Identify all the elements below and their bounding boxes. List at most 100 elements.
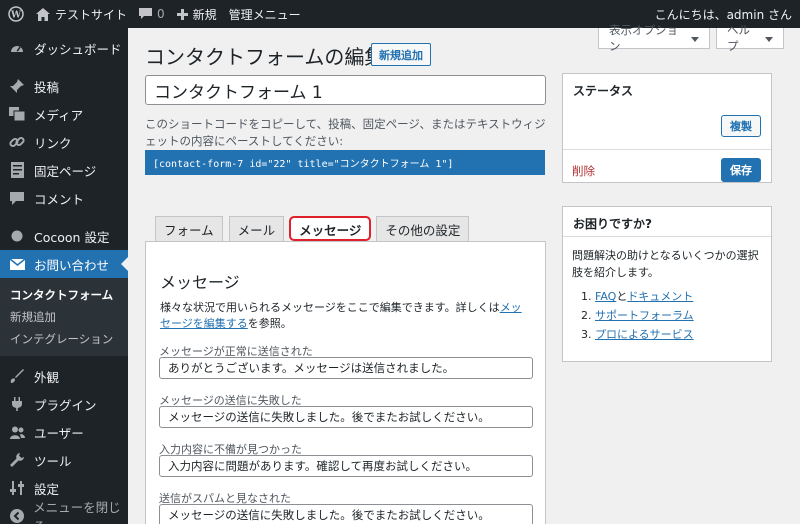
tab-form[interactable]: フォーム bbox=[155, 216, 223, 241]
comments-link[interactable]: 0 bbox=[133, 0, 171, 28]
site-name-link[interactable]: テストサイト bbox=[30, 0, 133, 28]
menu-media[interactable]: メディア bbox=[0, 100, 128, 128]
menu-appearance[interactable]: 外観 bbox=[0, 362, 128, 390]
home-icon bbox=[36, 7, 50, 21]
status-box-divider bbox=[563, 149, 771, 150]
menu-contact-label: お問い合わせ bbox=[34, 257, 110, 273]
comments-count: 0 bbox=[157, 7, 165, 21]
menu-appearance-label: 外観 bbox=[34, 369, 60, 385]
admin-sidebar: ダッシュボード 投稿 メディア リンク 固定ページ コメント Cocoon 設定… bbox=[0, 28, 128, 524]
add-new-button[interactable]: 新規追加 bbox=[371, 43, 431, 66]
field-input-validation[interactable]: 入力内容に問題があります。確認して再度お試しください。 bbox=[159, 455, 533, 477]
duplicate-button[interactable]: 複製 bbox=[721, 115, 761, 137]
screen-options-button[interactable]: 表示オプション bbox=[598, 23, 710, 53]
page-title: コンタクトフォームの編集 bbox=[145, 45, 385, 69]
screen-options-label: 表示オプション bbox=[609, 23, 678, 53]
dashboard-icon bbox=[8, 39, 26, 57]
comment-icon bbox=[139, 8, 153, 20]
media-icon bbox=[8, 105, 26, 123]
brush-icon bbox=[8, 367, 26, 385]
field-input-success[interactable]: ありがとうございます。メッセージは送信されました。 bbox=[159, 357, 533, 379]
caret-down-icon bbox=[765, 31, 773, 45]
submenu-contact-forms[interactable]: コンタクトフォーム bbox=[0, 284, 128, 306]
menu-posts[interactable]: 投稿 bbox=[0, 72, 128, 100]
collapse-menu-button[interactable]: メニューを閉じる bbox=[0, 500, 128, 524]
menu-users[interactable]: ユーザー bbox=[0, 418, 128, 446]
settings-icon bbox=[8, 479, 26, 497]
help-item-1-and: と bbox=[616, 290, 628, 303]
menu-plugins-label: プラグイン bbox=[34, 397, 97, 413]
new-content-link[interactable]: 新規 bbox=[171, 0, 223, 28]
field-input-failed[interactable]: メッセージの送信に失敗しました。後でまたお試しください。 bbox=[159, 406, 533, 428]
new-label: 新規 bbox=[192, 7, 217, 22]
help-links-list: 1. FAQとドキュメント 2. サポートフォーラム 3. プロによるサービス bbox=[581, 287, 694, 344]
menu-tools[interactable]: ツール bbox=[0, 446, 128, 474]
save-button[interactable]: 保存 bbox=[721, 158, 761, 182]
menu-media-label: メディア bbox=[34, 107, 84, 123]
form-title-input[interactable]: コンタクトフォーム 1 bbox=[145, 75, 546, 105]
help-item-1-number: 1. bbox=[581, 290, 592, 303]
mail-icon bbox=[8, 255, 26, 273]
delete-link[interactable]: 削除 bbox=[572, 163, 595, 179]
status-box: ステータス 複製 削除 保存 bbox=[562, 73, 772, 183]
field-input-spam[interactable]: メッセージの送信に失敗しました。後でまたお試しください。 bbox=[159, 504, 533, 524]
site-name: テストサイト bbox=[55, 7, 128, 22]
admin-menu-link[interactable]: 管理メニュー bbox=[223, 0, 307, 28]
help-box: お困りですか? 問題解決の助けとなるいくつかの選択肢を紹介します。 1. FAQ… bbox=[562, 206, 772, 362]
tab-messages[interactable]: メッセージ bbox=[289, 216, 372, 241]
help-item-2: 2. サポートフォーラム bbox=[581, 306, 694, 325]
help-item-3: 3. プロによるサービス bbox=[581, 325, 694, 344]
menu-settings-label: 設定 bbox=[34, 481, 60, 497]
menu-cocoon-label: Cocoon 設定 bbox=[34, 229, 110, 245]
menu-plugins[interactable]: プラグイン bbox=[0, 390, 128, 418]
menu-links-label: リンク bbox=[34, 135, 72, 151]
panel-title: メッセージ bbox=[160, 273, 240, 292]
pro-services-link[interactable]: プロによるサービス bbox=[595, 328, 694, 341]
submenu-integration[interactable]: インテグレーション bbox=[0, 328, 128, 350]
cocoon-icon bbox=[8, 227, 26, 245]
menu-contact[interactable]: お問い合わせ bbox=[0, 250, 128, 278]
wrench-icon bbox=[8, 451, 26, 469]
help-box-divider bbox=[563, 236, 771, 237]
collapse-menu-label: メニューを閉じる bbox=[33, 500, 121, 524]
users-icon bbox=[8, 423, 26, 441]
menu-users-label: ユーザー bbox=[34, 425, 84, 441]
menu-dashboard-label: ダッシュボード bbox=[34, 41, 122, 57]
help-item-2-number: 2. bbox=[581, 309, 592, 322]
help-button[interactable]: ヘルプ bbox=[716, 23, 784, 53]
faq-link[interactable]: FAQ bbox=[595, 290, 616, 303]
menu-comments[interactable]: コメント bbox=[0, 184, 128, 212]
support-forum-link[interactable]: サポートフォーラム bbox=[595, 309, 694, 322]
wordpress-logo-icon[interactable]: W bbox=[0, 0, 30, 28]
menu-pages[interactable]: 固定ページ bbox=[0, 156, 128, 184]
main-content: 表示オプション ヘルプ コンタクトフォームの編集 新規追加 コンタクトフォーム … bbox=[128, 23, 800, 524]
help-box-description: 問題解決の助けとなるいくつかの選択肢を紹介します。 bbox=[572, 249, 759, 279]
menu-tools-label: ツール bbox=[34, 453, 72, 469]
admin-menu-label: 管理メニュー bbox=[228, 7, 301, 22]
menu-cocoon[interactable]: Cocoon 設定 bbox=[0, 222, 128, 250]
docs-link[interactable]: ドキュメント bbox=[627, 290, 693, 303]
shortcode-field[interactable]: [contact-form-7 id="22" title="コンタクトフォーム… bbox=[145, 150, 545, 175]
menu-links[interactable]: リンク bbox=[0, 128, 128, 156]
collapse-icon bbox=[8, 507, 25, 524]
contact-submenu: コンタクトフォーム 新規追加 インテグレーション bbox=[0, 278, 128, 356]
panel-desc-suffix: を参照。 bbox=[247, 317, 292, 330]
submenu-add-new[interactable]: 新規追加 bbox=[0, 306, 128, 328]
menu-posts-label: 投稿 bbox=[34, 79, 60, 95]
messages-panel: メッセージ 様々な状況で用いられるメッセージをここで編集できます。詳しくはメッセ… bbox=[145, 241, 546, 524]
tab-mail[interactable]: メール bbox=[228, 216, 285, 241]
panel-desc-prefix: 様々な状況で用いられるメッセージをここで編集できます。詳しくは bbox=[160, 301, 500, 314]
menu-pages-label: 固定ページ bbox=[34, 163, 97, 179]
shortcode-description: このショートコードをコピーして、投稿、固定ページ、またはテキストウィジェットの内… bbox=[145, 117, 546, 148]
panel-description: 様々な状況で用いられるメッセージをここで編集できます。詳しくはメッセージを編集す… bbox=[160, 300, 530, 332]
editor-tabs: フォーム メール メッセージ その他の設定 bbox=[155, 216, 470, 241]
pin-icon bbox=[8, 77, 26, 95]
status-box-title: ステータス bbox=[573, 84, 634, 98]
help-item-1: 1. FAQとドキュメント bbox=[581, 287, 694, 306]
tab-other-settings[interactable]: その他の設定 bbox=[376, 216, 470, 241]
greeting-text: こんにちは、admin さん bbox=[654, 7, 792, 22]
caret-down-icon bbox=[691, 31, 699, 45]
page-icon bbox=[8, 161, 26, 179]
menu-comments-label: コメント bbox=[34, 191, 85, 207]
menu-dashboard[interactable]: ダッシュボード bbox=[0, 34, 128, 62]
